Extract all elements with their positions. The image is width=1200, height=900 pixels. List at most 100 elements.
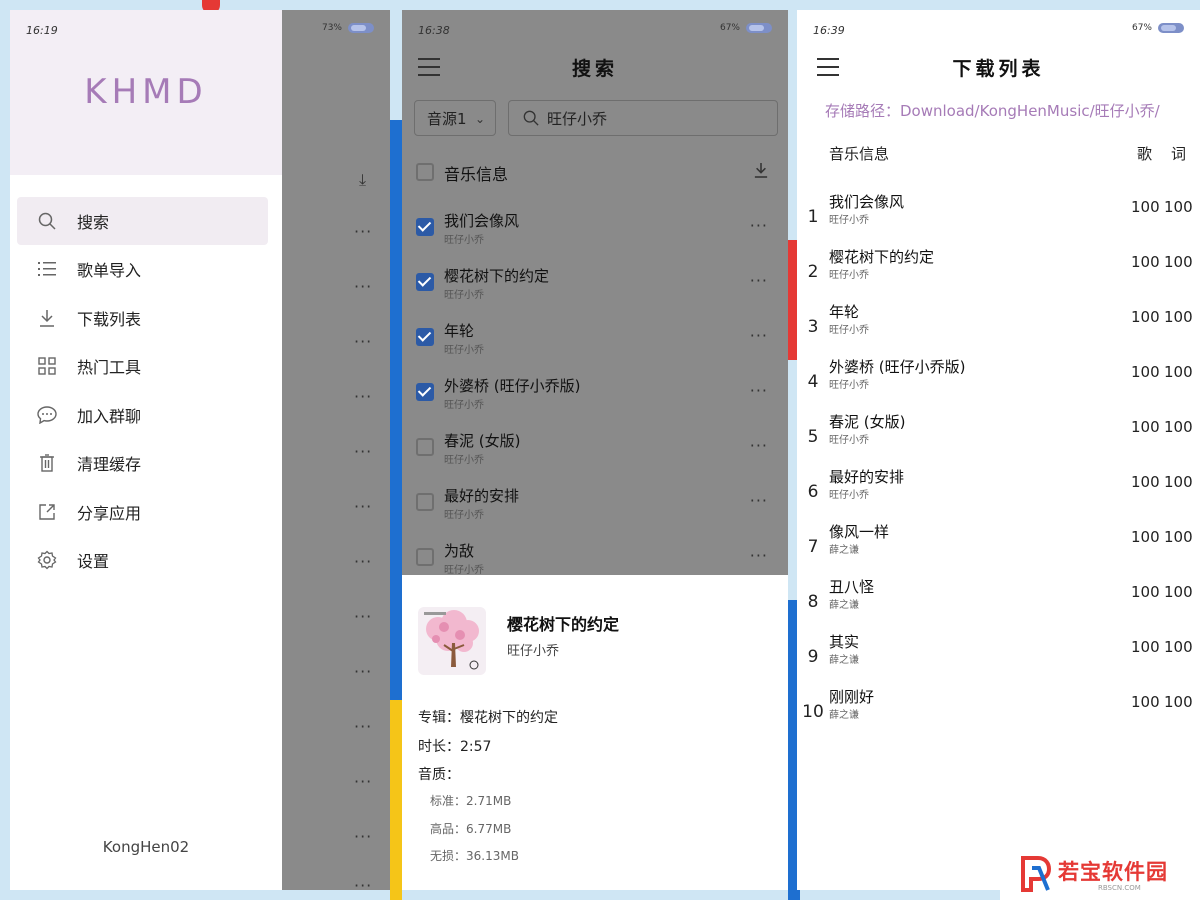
search-query: 旺仔小乔 <box>547 109 608 128</box>
quality-option-high[interactable]: 高品：6.77MB <box>430 820 511 837</box>
more-icon[interactable]: ··· <box>750 436 768 455</box>
list-header: 音乐信息 <box>829 145 890 163</box>
row-checkbox[interactable] <box>416 383 434 401</box>
song-title: 外婆桥 (旺仔小乔版) <box>444 377 581 395</box>
status-time: 16:19 <box>26 24 58 37</box>
quality-size: 6.77MB <box>466 822 512 836</box>
lyric-progress: 100 <box>1164 198 1193 216</box>
song-artist: 旺仔小乔 <box>829 270 869 281</box>
watermark-text: 若宝软件园 <box>1058 860 1168 884</box>
more-icon[interactable]: ··· <box>750 546 768 565</box>
storage-path: 存储路径：Download/KongHenMusic/旺仔小乔/ <box>825 102 1160 120</box>
album-value: 樱花树下的约定 <box>460 710 558 726</box>
quality-option-standard[interactable]: 标准：2.71MB <box>430 792 511 809</box>
quality-option-lossless[interactable]: 无损：36.13MB <box>430 847 519 864</box>
quality-name: 高品： <box>430 822 467 836</box>
more-icon[interactable]: ··· <box>750 326 768 345</box>
song-artist: 旺仔小乔 <box>444 455 484 466</box>
source-select[interactable]: 音源1 ⌄ <box>414 100 496 136</box>
menu-item-download-list[interactable]: 下载列表 <box>17 294 268 342</box>
menu-item-share-app[interactable]: 分享应用 <box>17 488 268 536</box>
more-icon[interactable]: ··· <box>750 216 768 235</box>
row-checkbox[interactable] <box>416 493 434 511</box>
song-title: 春泥 (女版) <box>444 432 521 450</box>
more-icon: ··· <box>354 662 373 681</box>
song-artist: 旺仔小乔 <box>444 290 484 301</box>
menu-item-label: 下载列表 <box>77 310 142 329</box>
more-icon[interactable]: ··· <box>750 491 768 510</box>
more-icon: ··· <box>354 607 373 626</box>
row-checkbox[interactable] <box>416 438 434 456</box>
menu-item-join-group[interactable]: 加入群聊 <box>17 391 268 439</box>
app-logo-text: KHMD <box>84 72 208 112</box>
row-checkbox[interactable] <box>416 548 434 566</box>
menu-item-clear-cache[interactable]: 清理缓存 <box>17 439 268 487</box>
more-icon: ··· <box>354 717 373 736</box>
status-bar: 16:38 67% <box>402 10 788 50</box>
song-artist: 旺仔小乔 <box>444 510 484 521</box>
duration-value: 2:57 <box>460 739 492 755</box>
more-icon: ··· <box>354 827 373 846</box>
row-checkbox[interactable] <box>416 328 434 346</box>
song-title: 年轮 <box>444 322 475 340</box>
watermark: 若宝软件园 RBSCN.COM <box>1000 848 1200 900</box>
row-index: 9 <box>807 647 819 667</box>
song-title: 年轮 <box>829 303 860 321</box>
search-icon <box>523 110 539 126</box>
row-index: 1 <box>807 207 819 227</box>
more-icon[interactable]: ··· <box>750 381 768 400</box>
menu-item-search[interactable]: 搜索 <box>17 197 268 245</box>
song-title: 樱花树下的约定 <box>444 267 550 285</box>
duration-label: 时长： <box>418 739 460 755</box>
more-icon: ··· <box>354 772 373 791</box>
more-icon: ··· <box>354 442 373 461</box>
row-index: 3 <box>807 317 819 337</box>
dimmed-background[interactable]: ⤓ ··· ··· ··· ··· ··· ··· ··· ··· ··· ··… <box>282 10 390 890</box>
song-progress: 100 <box>1131 253 1160 271</box>
song-detail-sheet: 樱花树下的约定 旺仔小乔 专辑：樱花树下的约定 时长：2:57 音质： 标准：2… <box>402 575 788 890</box>
song-progress: 100 <box>1131 418 1160 436</box>
song-progress: 100 <box>1131 528 1160 546</box>
trash-icon <box>37 453 57 473</box>
download-icon[interactable] <box>754 162 768 182</box>
menu-item-hot-tools[interactable]: 热门工具 <box>17 342 268 390</box>
album-label: 专辑： <box>418 710 460 726</box>
song-title: 为敌 <box>444 542 475 560</box>
background-shape <box>390 700 402 900</box>
menu-item-label: 搜索 <box>77 213 110 232</box>
song-artist: 旺仔小乔 <box>829 215 869 226</box>
row-checkbox[interactable] <box>416 273 434 291</box>
navigation-drawer: 16:19 KHMD 搜索 歌单导入 下载列表 热门工具 加入群聊 清理缓存 分… <box>10 10 282 890</box>
lyric-progress: 100 <box>1164 583 1193 601</box>
song-progress: 100 <box>1131 198 1160 216</box>
search-screen: 16:38 67% 搜索 音源1 ⌄ 旺仔小乔 音乐信息 我们会像风 旺仔小乔 … <box>402 10 788 890</box>
menu-item-playlist-import[interactable]: 歌单导入 <box>17 245 268 293</box>
menu-item-label: 分享应用 <box>77 504 142 523</box>
row-index: 8 <box>807 592 819 612</box>
status-icons: 67% <box>1132 23 1184 33</box>
lyric-progress: 100 <box>1164 638 1193 656</box>
song-title: 刚刚好 <box>829 688 875 706</box>
album-cover <box>418 607 486 675</box>
song-artist: 薛之谦 <box>829 655 859 666</box>
select-all-checkbox[interactable] <box>416 163 434 181</box>
lyric-progress: 100 <box>1164 473 1193 491</box>
quality-row: 音质： <box>418 764 460 784</box>
page-title: 下载列表 <box>952 58 1045 80</box>
song-title: 其实 <box>829 633 860 651</box>
row-checkbox[interactable] <box>416 218 434 236</box>
more-icon: ··· <box>354 876 373 890</box>
download-icon <box>37 308 57 328</box>
lyric-progress: 100 <box>1164 528 1193 546</box>
song-title: 最好的安排 <box>444 487 520 505</box>
source-select-value: 音源1 <box>427 109 467 128</box>
search-input[interactable]: 旺仔小乔 <box>508 100 778 136</box>
row-index: 5 <box>807 427 819 447</box>
battery-percent: 67% <box>719 23 740 33</box>
song-title: 我们会像风 <box>444 212 520 230</box>
list-header: 音乐信息 <box>444 165 509 184</box>
lyric-progress: 100 <box>1164 308 1193 326</box>
menu-item-settings[interactable]: 设置 <box>17 536 268 584</box>
battery-icon <box>746 23 772 33</box>
more-icon[interactable]: ··· <box>750 271 768 290</box>
